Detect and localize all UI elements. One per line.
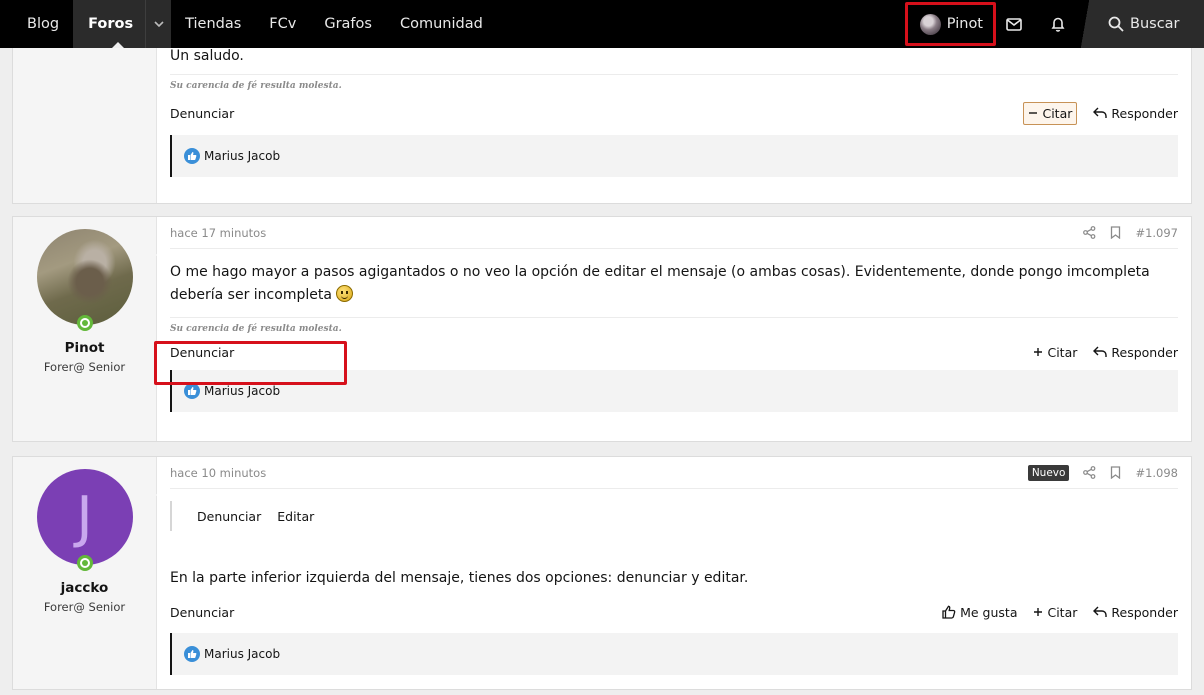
like-label: Me gusta bbox=[960, 604, 1018, 620]
like-reaction-icon bbox=[184, 148, 200, 164]
post-number[interactable]: #1.097 bbox=[1135, 226, 1178, 240]
post-previous: Un saludo. Su carencia de fé resulta mol… bbox=[12, 36, 1192, 204]
highlight-box bbox=[904, 2, 996, 46]
search-icon bbox=[1108, 16, 1124, 32]
post-time[interactable]: hace 17 minutos bbox=[170, 226, 266, 240]
nav-foros-label: Foros bbox=[88, 16, 134, 32]
like-button[interactable]: Me gusta bbox=[942, 605, 1017, 620]
reply-button[interactable]: Responder bbox=[1093, 605, 1178, 620]
search-button[interactable]: Buscar bbox=[1080, 0, 1204, 48]
post-signature: Su carencia de fé resulta molesta. bbox=[170, 317, 1178, 334]
username[interactable]: Pinot bbox=[65, 340, 105, 356]
chevron-down-icon[interactable] bbox=[145, 0, 172, 48]
quote-button[interactable]: Citar bbox=[1033, 605, 1077, 620]
post-number[interactable]: #1.098 bbox=[1135, 466, 1178, 480]
quoted-report: Denunciar bbox=[197, 508, 262, 524]
new-badge: Nuevo bbox=[1027, 464, 1070, 481]
reaction-user[interactable]: Marius Jacob bbox=[204, 647, 280, 661]
username[interactable]: jaccko bbox=[61, 580, 109, 596]
online-indicator-icon bbox=[76, 315, 93, 331]
reply-icon bbox=[1093, 346, 1108, 357]
nav-blog[interactable]: Blog bbox=[0, 0, 73, 48]
like-reaction-icon bbox=[184, 383, 200, 399]
user-title: Forer@ Senior bbox=[43, 360, 126, 374]
post-body: Un saludo. Su carencia de fé resulta mol… bbox=[157, 37, 1191, 203]
nav-comunidad[interactable]: Comunidad bbox=[386, 0, 497, 48]
post-time[interactable]: hace 10 minutos bbox=[170, 466, 266, 480]
reply-label: Responder bbox=[1111, 344, 1178, 360]
post-message: O me hago mayor a pasos agigantados o no… bbox=[170, 249, 1178, 307]
post-body: hace 17 minutos #1.097 O me hago mayor a… bbox=[154, 217, 1191, 441]
reactions-bar[interactable]: Marius Jacob bbox=[170, 633, 1178, 675]
reply-icon bbox=[1093, 107, 1108, 118]
post-user-column: Pinot Forer@ Senior bbox=[13, 217, 164, 441]
quote-button[interactable]: Citar bbox=[1033, 345, 1077, 360]
quote-button[interactable]: Citar bbox=[1023, 101, 1078, 125]
quoted-edit: Editar bbox=[277, 508, 315, 524]
post-message-text: O me hago mayor a pasos agigantados o no… bbox=[170, 264, 1150, 303]
reply-label: Responder bbox=[1111, 604, 1178, 620]
quote-label: Citar bbox=[1047, 604, 1078, 620]
post-user-column bbox=[13, 37, 157, 203]
plus-icon bbox=[1034, 348, 1043, 356]
nav-user-menu[interactable]: Pinot bbox=[904, 0, 996, 48]
post-1097: Pinot Forer@ Senior hace 17 minutos #1.0… bbox=[12, 216, 1192, 442]
plus-icon bbox=[1034, 608, 1043, 616]
nav-tiendas[interactable]: Tiendas bbox=[171, 0, 255, 48]
post-meta: hace 10 minutos Nuevo #1.098 bbox=[170, 457, 1178, 489]
post-message: En la parte inferior izquierda del mensa… bbox=[170, 570, 749, 586]
report-link[interactable]: Denunciar bbox=[170, 605, 234, 620]
share-icon[interactable] bbox=[1083, 226, 1096, 239]
bookmark-icon[interactable] bbox=[1110, 466, 1121, 479]
bookmark-icon[interactable] bbox=[1110, 226, 1121, 239]
thumbs-up-icon bbox=[942, 605, 956, 619]
reply-icon bbox=[1093, 606, 1108, 617]
envelope-icon[interactable] bbox=[992, 0, 1036, 48]
nav-foros[interactable]: Foros bbox=[73, 0, 172, 48]
post-meta: hace 17 minutos #1.097 bbox=[170, 217, 1178, 249]
report-link[interactable]: Denunciar bbox=[170, 106, 234, 121]
post-signature: Su carencia de fé resulta molesta. bbox=[170, 74, 1178, 91]
minus-icon bbox=[1029, 112, 1038, 114]
post-body: hace 10 minutos Nuevo #1.098 Denunciar E… bbox=[157, 457, 1191, 689]
reply-label: Responder bbox=[1111, 105, 1178, 121]
post-user-column: J jaccko Forer@ Senior bbox=[13, 457, 164, 689]
top-nav: Blog Foros Tiendas FCv Grafos Comunidad … bbox=[0, 0, 1204, 48]
active-caret bbox=[112, 42, 125, 48]
post-actions: Denunciar Citar Responder bbox=[170, 91, 1178, 135]
quote-label: Citar bbox=[1047, 344, 1078, 360]
share-icon[interactable] bbox=[1083, 466, 1096, 479]
online-indicator-icon bbox=[76, 555, 93, 571]
user-title: Forer@ Senior bbox=[43, 600, 126, 614]
post-actions: Denunciar Me gusta Citar Responder bbox=[170, 591, 1178, 633]
reply-button[interactable]: Responder bbox=[1093, 106, 1178, 121]
quote-label: Citar bbox=[1042, 105, 1073, 121]
highlight-box bbox=[154, 341, 347, 385]
reactions-bar[interactable]: Marius Jacob bbox=[170, 135, 1178, 177]
quoted-actions-snippet: Denunciar Editar bbox=[170, 501, 1178, 531]
post-1098: J jaccko Forer@ Senior hace 10 minutos N… bbox=[12, 456, 1192, 690]
nav-grafos[interactable]: Grafos bbox=[310, 0, 386, 48]
smile-emoji-icon bbox=[336, 285, 354, 302]
reaction-user[interactable]: Marius Jacob bbox=[204, 384, 280, 398]
like-reaction-icon bbox=[184, 646, 200, 662]
nav-fcv[interactable]: FCv bbox=[255, 0, 310, 48]
bell-icon[interactable] bbox=[1036, 0, 1080, 48]
search-label: Buscar bbox=[1130, 16, 1180, 32]
avatar[interactable] bbox=[36, 229, 133, 325]
reaction-user[interactable]: Marius Jacob bbox=[204, 149, 280, 163]
avatar[interactable]: J bbox=[36, 469, 133, 565]
reply-button[interactable]: Responder bbox=[1093, 345, 1178, 360]
